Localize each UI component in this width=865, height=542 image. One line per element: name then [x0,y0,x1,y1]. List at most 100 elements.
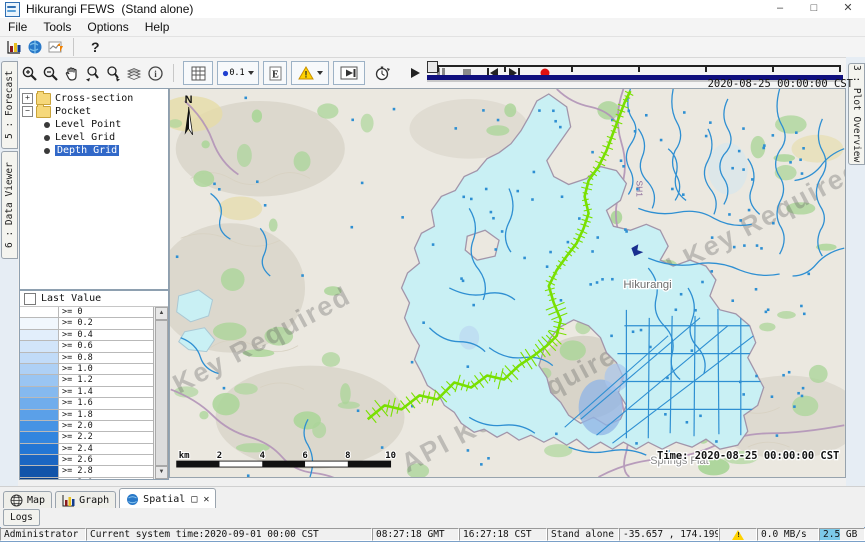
scrollbar-thumb[interactable] [155,320,168,466]
tab-map[interactable]: Map [3,491,52,509]
tab-forecast[interactable]: 5 : Forecast [1,61,18,149]
logs-row: Logs [0,508,865,527]
tree-leaf-depth-grid[interactable]: Depth Grid [20,144,168,157]
legend-e-icon[interactable]: E [263,61,287,85]
svg-text:4: 4 [260,451,265,461]
legend-color-swatch [20,455,59,465]
logs-button[interactable]: Logs [3,509,40,526]
zoom-out-icon[interactable] [41,64,60,83]
legend-class-label: >= 1.8 [59,410,93,420]
status-download-rate: 0.0 MB/s [757,528,819,541]
legend-class-label: >= 0.2 [59,318,93,328]
collapse-icon[interactable]: − [22,106,33,117]
legend-row[interactable]: >= 1.8 [20,410,154,421]
legend-row[interactable]: >= 0.8 [20,353,154,364]
chevron-down-icon [317,71,323,75]
tab-graph[interactable]: Graph [55,491,116,509]
menu-tools[interactable]: Tools [35,19,79,35]
legend-class-label: >= 2.6 [59,455,93,465]
legend-row[interactable]: >= 2.8 [20,466,154,477]
menu-file[interactable]: File [0,19,35,35]
map-canvas[interactable]: API Key RequiredAPI Key RequiredAPI Key … [170,89,845,477]
road-label: SH1 [634,181,644,198]
legend-color-swatch [20,364,59,374]
map-view[interactable]: API Key RequiredAPI Key RequiredAPI Key … [169,88,846,478]
legend-color-swatch [20,353,59,363]
expand-icon[interactable]: + [22,93,33,104]
warning-icon [732,530,744,540]
current-time-label: 2020-08-25 00:00:00 CST [708,78,853,90]
map-display-icon[interactable] [25,38,44,57]
minimize-button[interactable]: – [763,0,797,18]
tree-leaf-level-point[interactable]: Level Point [20,118,168,131]
maximize-button[interactable]: □ [797,0,831,18]
legend-row[interactable]: >= 1.4 [20,387,154,398]
help-icon[interactable]: ? [91,39,100,55]
legend-row[interactable]: >= 0.2 [20,318,154,329]
legend-color-swatch [20,330,59,340]
zoom-in-icon[interactable] [20,64,39,83]
grid-icon[interactable] [183,61,213,85]
legend-scrollbar[interactable]: ▲ ▼ [153,307,168,479]
close-panel-icon[interactable]: ✕ [203,494,209,505]
legend-class-label: >= 1.0 [59,364,93,374]
info-icon[interactable]: i [146,64,165,83]
legend-row[interactable]: >= 1.6 [20,398,154,409]
legend-row[interactable]: >= 3.0 [20,478,154,479]
scale-value: 0.1 [229,68,244,78]
status-memory[interactable]: 2.5 GB [819,528,865,541]
menu-options[interactable]: Options [79,19,136,35]
scale-dropdown[interactable]: 0.1 [217,61,259,85]
status-warning-cell[interactable] [719,528,757,541]
close-button[interactable]: ✕ [831,0,865,18]
explorer-icon[interactable] [4,38,23,57]
legend-row[interactable]: >= 2.0 [20,421,154,432]
scroll-up-icon[interactable]: ▲ [155,307,168,320]
legend-row[interactable]: >= 0.6 [20,341,154,352]
zoom-next-icon[interactable] [104,64,123,83]
warning-dropdown[interactable]: ! [291,61,329,85]
svg-text:2: 2 [217,451,222,461]
node-bullet-icon [44,122,50,128]
tab-data-viewer[interactable]: 6 : Data Viewer [1,151,18,259]
timer-icon[interactable] [373,64,392,83]
play-icon[interactable] [405,64,424,83]
map-globe-icon [10,494,23,507]
last-value-label: Last Value [41,293,101,304]
legend-color-swatch [20,307,59,317]
svg-text:6: 6 [302,451,307,461]
legend-class-label: >= 0 [59,307,82,317]
legend-row[interactable]: >= 0.4 [20,330,154,341]
chevron-down-icon [248,71,254,75]
zoom-previous-icon[interactable] [83,64,102,83]
restore-panel-icon[interactable]: □ [191,494,197,505]
application-window: Hikurangi FEWS (Stand alone) – □ ✕ File … [0,0,865,542]
legend-row[interactable]: >= 2.6 [20,455,154,466]
legend-class-label: >= 2.2 [59,432,93,442]
tree-node-pocket[interactable]: − Pocket [20,105,168,118]
legend-row[interactable]: >= 2.4 [20,444,154,455]
legend-class-table: >= 0>= 0.2 >= 0.4>= 0.6>= 0.8>= 1.0>= 1.2… [20,307,154,479]
timeseries-display-icon[interactable] [46,38,65,57]
scroll-down-icon[interactable]: ▼ [155,466,168,479]
tab-spatial[interactable]: Spatial □ ✕ [119,488,216,509]
last-value-row: Last Value [20,291,168,307]
legend-panel: Last Value >= 0>= 0.2>= 0.4>= 0.6>= 0.8>… [19,290,169,480]
data-viewer-panel: + Cross-section − Pocket Level Point Lev… [18,88,169,478]
title-bar: Hikurangi FEWS (Stand alone) – □ ✕ [0,0,865,18]
legend-row[interactable]: >= 1.2 [20,375,154,386]
movie-icon[interactable] [333,61,365,85]
legend-class-label: >= 2.4 [59,444,93,454]
legend-row[interactable]: >= 1.0 [20,364,154,375]
menu-help[interactable]: Help [137,19,178,35]
graph-bars-icon [62,494,75,507]
legend-color-swatch [20,466,59,476]
legend-row[interactable]: >= 2.2 [20,432,154,443]
map-time-label: Time: 2020-08-25 00:00:00 CST [657,450,839,462]
layers-icon[interactable] [125,64,144,83]
tree-leaf-level-grid[interactable]: Level Grid [20,131,168,144]
svg-text:N: N [185,94,193,106]
last-value-checkbox[interactable] [24,293,36,305]
pan-icon[interactable] [62,64,81,83]
legend-row[interactable]: >= 0 [20,307,154,318]
